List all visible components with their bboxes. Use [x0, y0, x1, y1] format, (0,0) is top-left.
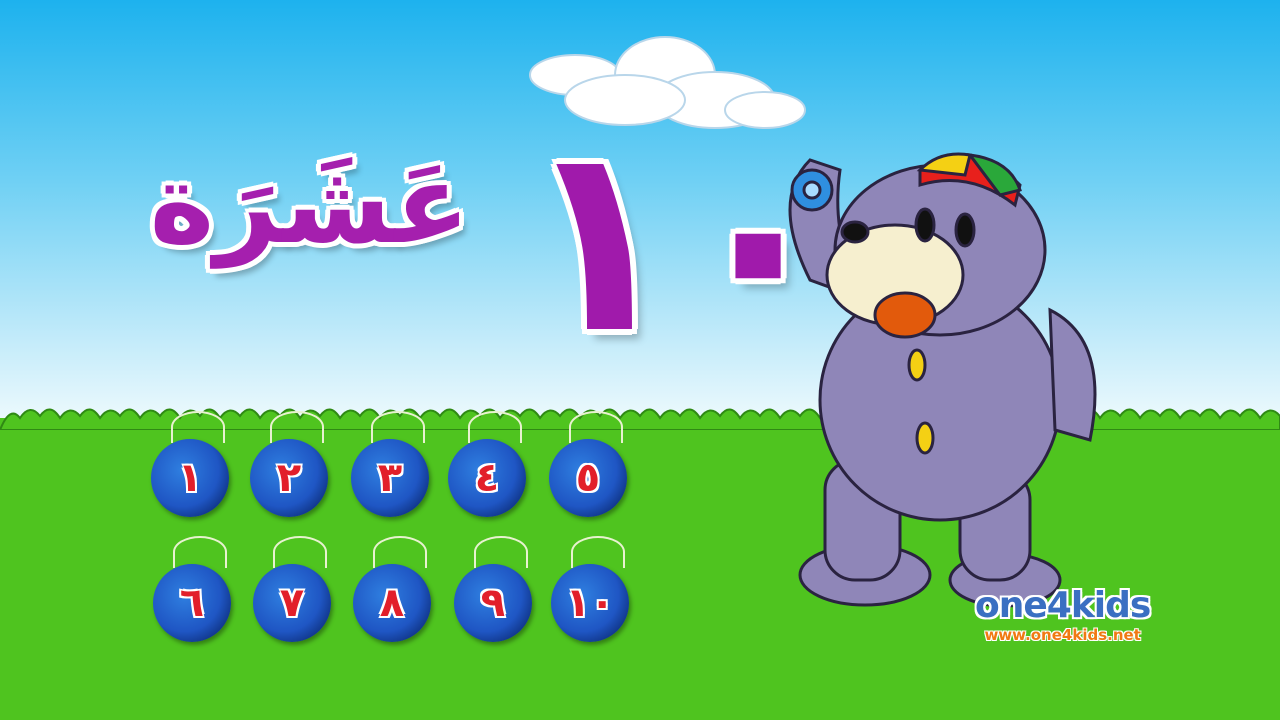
yoyo-string [371, 411, 425, 443]
yoyo-string [569, 411, 623, 443]
yoyo-number-4[interactable]: ٤ [448, 439, 526, 517]
yoyo-number-7[interactable]: ٧ [253, 564, 331, 642]
yoyo-digit: ١٠ [565, 580, 615, 626]
yoyo-number-9[interactable]: ٩ [454, 564, 532, 642]
one4kids-logo: one4kids www.one4kids.net [975, 585, 1151, 644]
yoyo-string [468, 411, 522, 443]
bear-character [788, 152, 1097, 608]
yoyo-number-10[interactable]: ١٠ [551, 564, 629, 642]
yoyo-digit: ٩ [480, 580, 506, 626]
yoyo-number-8[interactable]: ٨ [353, 564, 431, 642]
yoyo-string [171, 411, 225, 443]
yoyo-digit: ٤ [474, 455, 500, 501]
number-word: عَشَرَة [149, 140, 470, 268]
yoyo-digit: ٧ [279, 580, 305, 626]
yoyo-digit: ١ [177, 455, 203, 501]
yoyo-digit: ٨ [379, 580, 405, 626]
yoyo-number-5[interactable]: ٥ [549, 439, 627, 517]
yoyo-number-6[interactable]: ٦ [153, 564, 231, 642]
yoyo-string [571, 536, 625, 568]
yoyo-digit: ٣ [377, 455, 403, 501]
logo-url: www.one4kids.net [984, 626, 1141, 644]
yoyo-number-3[interactable]: ٣ [351, 439, 429, 517]
yoyo-number-2[interactable]: ٢ [250, 439, 328, 517]
yoyo-string [270, 411, 324, 443]
yoyo-string [173, 536, 227, 568]
yoyo-string [474, 536, 528, 568]
logo-brand: one4kids [975, 585, 1151, 626]
yoyo-string [273, 536, 327, 568]
yoyo-digit: ٥ [575, 455, 601, 501]
yoyo-digit: ٦ [179, 580, 205, 626]
yoyo-digit: ٢ [276, 455, 302, 501]
yoyo-number-1[interactable]: ١ [151, 439, 229, 517]
yoyo-string [373, 536, 427, 568]
